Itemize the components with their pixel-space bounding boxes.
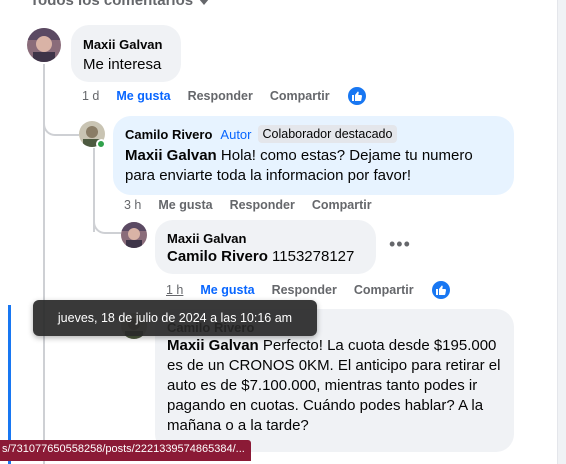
comment-bubble: Maxii Galvan Camilo Rivero 1153278127 [155, 220, 376, 274]
comment-body: 1153278127 [272, 248, 355, 265]
reply-button[interactable]: Responder [188, 89, 253, 103]
comment-text: Camilo Rivero 1153278127 [167, 247, 364, 267]
divider [557, 0, 558, 464]
comment-text: Maxii Galvan Perfecto! La cuota desde $1… [167, 336, 507, 436]
thread-connector [93, 212, 121, 234]
share-button[interactable]: Compartir [354, 283, 414, 297]
comment-author[interactable]: Camilo Rivero [125, 127, 212, 142]
top-contributor-badge[interactable]: Colaborador destacado [257, 125, 398, 143]
like-button[interactable]: Me gusta [116, 89, 170, 103]
comment-actions: 1 h Me gusta Responder Compartir [166, 280, 451, 300]
avatar[interactable] [27, 28, 61, 62]
comment-sort-label: Todos los comentarios [30, 0, 194, 9]
reply-button[interactable]: Responder [230, 198, 295, 212]
author-tag: Autor [220, 126, 252, 142]
like-button[interactable]: Me gusta [200, 283, 254, 297]
reply-button[interactable]: Responder [272, 283, 337, 297]
comment-bubble-highlighted: Camilo Rivero Autor Colaborador destacad… [113, 116, 514, 195]
scrollbar[interactable] [558, 0, 566, 464]
avatar[interactable] [121, 222, 147, 248]
status-bar-url: s/731077650558258/posts/2221339574865384… [0, 440, 251, 461]
comment-timestamp[interactable]: 1 h [166, 283, 183, 297]
comment-bubble: Maxii Galvan Me interesa [71, 25, 181, 82]
thread-connector [43, 112, 79, 136]
like-button[interactable]: Me gusta [158, 198, 212, 212]
share-button[interactable]: Compartir [312, 198, 372, 212]
comment-timestamp[interactable]: 3 h [124, 198, 141, 212]
caret-down-icon [199, 0, 210, 5]
comment-sort-dropdown[interactable]: Todos los comentarios [30, 0, 210, 9]
comment-text: Maxii Galvan Hola! como estas? Dejame tu… [125, 146, 502, 186]
timestamp-tooltip: jueves, 18 de julio de 2024 a las 10:16 … [33, 300, 317, 336]
comment-text: Me interesa [83, 56, 162, 73]
mention-link[interactable]: Maxii Galvan [125, 147, 217, 164]
mention-link[interactable]: Camilo Rivero [167, 248, 268, 265]
like-reaction-icon[interactable] [430, 280, 451, 300]
more-options-icon[interactable]: ••• [389, 234, 411, 255]
comment-author[interactable]: Maxii Galvan [167, 231, 364, 246]
comment-actions: 3 h Me gusta Responder Compartir [124, 198, 389, 212]
share-button[interactable]: Compartir [270, 89, 330, 103]
comment-timestamp[interactable]: 1 d [82, 89, 99, 103]
comment-author[interactable]: Maxii Galvan [83, 37, 169, 52]
online-status-dot [96, 139, 106, 149]
mention-link[interactable]: Maxii Galvan [167, 337, 259, 354]
comment-actions: 1 d Me gusta Responder Compartir [82, 86, 367, 106]
like-reaction-icon[interactable] [346, 86, 367, 106]
